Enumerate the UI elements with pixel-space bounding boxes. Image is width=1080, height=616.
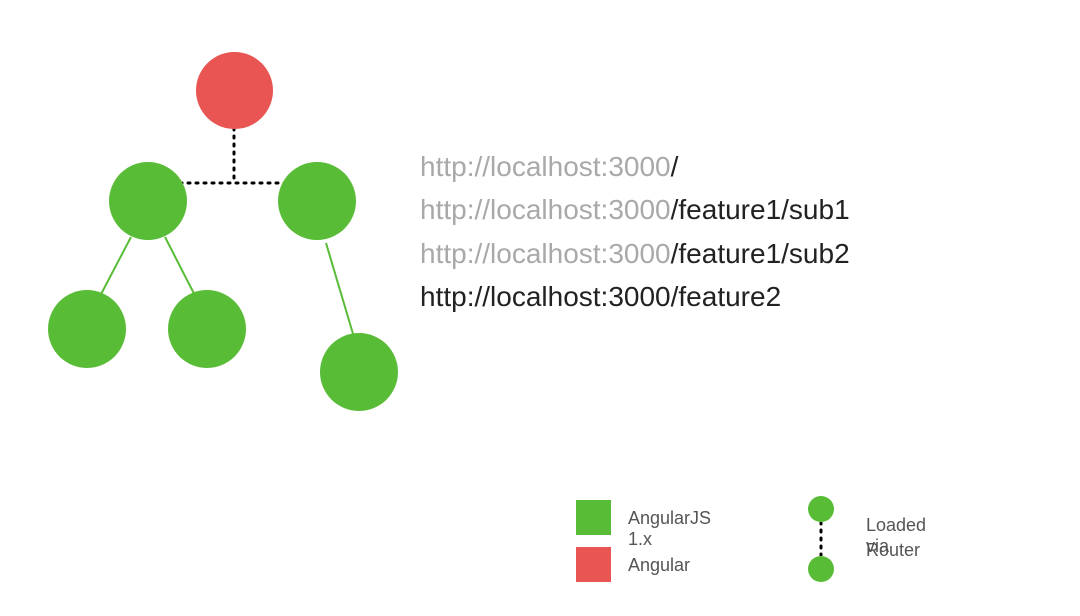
route-row: http://localhost:3000/ [420,145,850,188]
legend-router-line2: Router [866,540,920,561]
route-base: http://localhost:3000 [420,194,671,225]
route-path: /feature1/sub1 [671,194,850,225]
node-right [278,162,356,240]
node-root [196,52,273,129]
route-path: /feature2 [671,281,782,312]
route-list: http://localhost:3000/ http://localhost:… [420,145,850,319]
node-left-a [48,290,126,368]
legend-swatch-red [576,547,611,582]
route-row: http://localhost:3000/feature2 [420,275,850,318]
legend-router-node-bottom [808,556,834,582]
node-left-b [168,290,246,368]
legend-router-dots [808,522,834,556]
route-base: http://localhost:3000 [420,151,671,182]
node-left [109,162,187,240]
route-path: /feature1/sub2 [671,238,850,269]
route-path: / [671,151,679,182]
route-row: http://localhost:3000/feature1/sub1 [420,188,850,231]
legend-label-red: Angular [628,555,690,576]
legend-label-green: AngularJS 1.x [628,508,711,550]
route-base: http://localhost:3000 [420,281,671,312]
route-base: http://localhost:3000 [420,238,671,269]
legend-swatch-green [576,500,611,535]
slide-canvas: http://localhost:3000/ http://localhost:… [0,0,1080,616]
route-row: http://localhost:3000/feature1/sub2 [420,232,850,275]
node-right-a [320,333,398,411]
legend-router-node-top [808,496,834,522]
